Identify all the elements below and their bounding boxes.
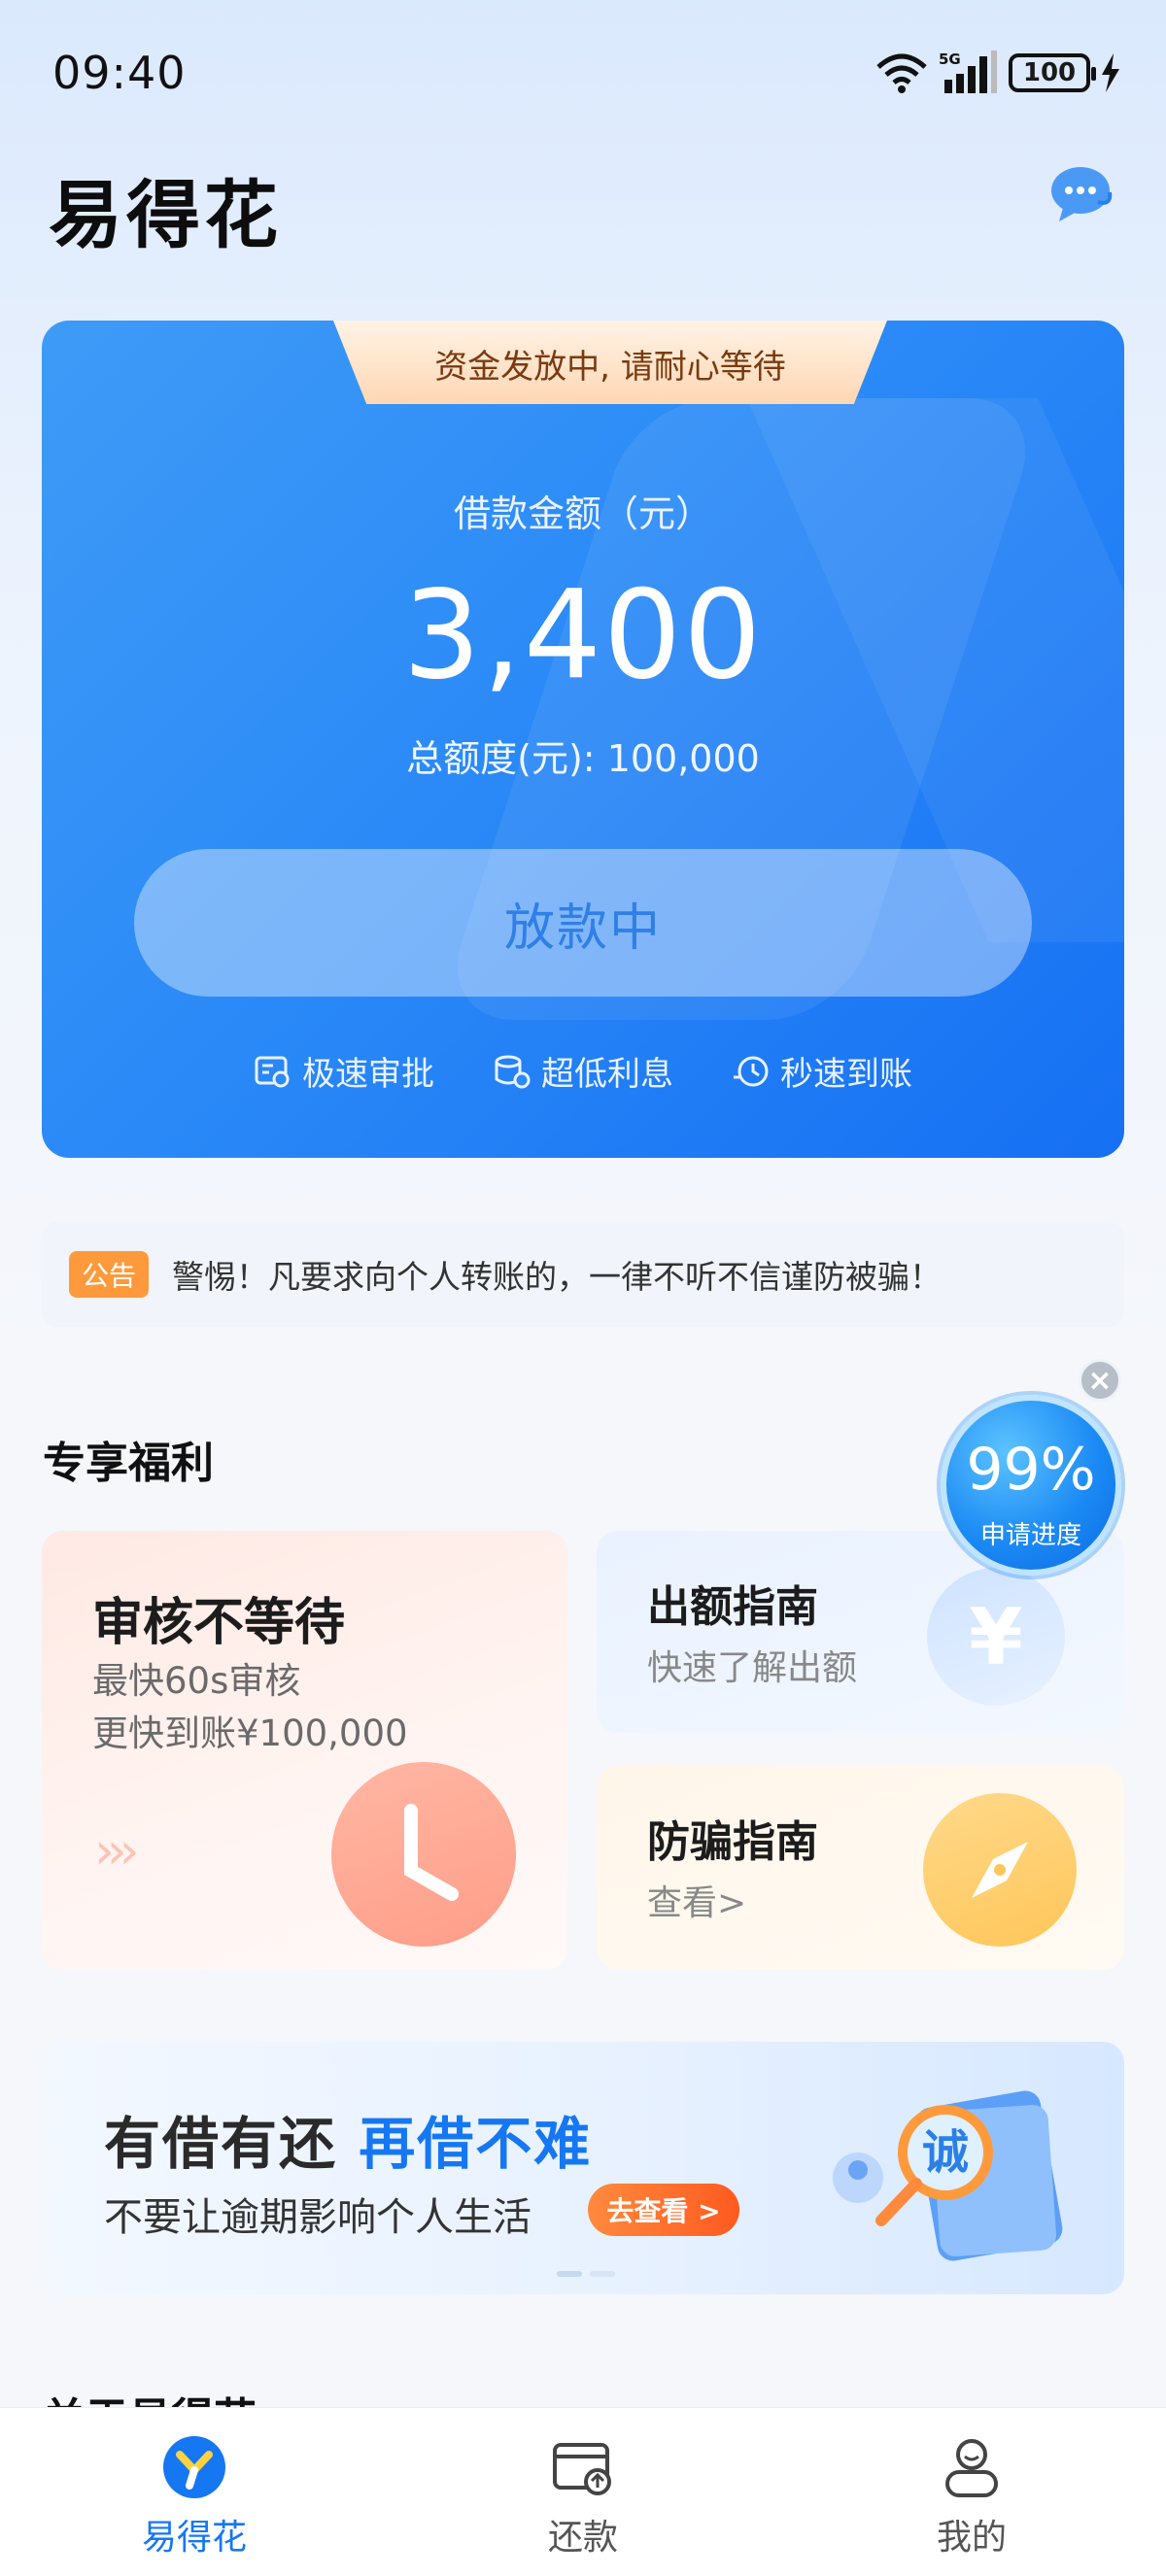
status-bar: 09:40 5G 100 [0, 0, 1166, 146]
view-button[interactable]: 去查看 > [588, 2184, 739, 2236]
approval-icon [255, 1056, 290, 1087]
section-title-benefits: 专享福利 [43, 1439, 214, 1488]
banner-title-main: 有借有还 [104, 2111, 360, 2177]
feature-label: 超低利息 [541, 1055, 673, 1094]
card-title: 审核不等待 [92, 1594, 346, 1652]
feature-label: 秒速到账 [780, 1055, 912, 1094]
tab-label: 易得花 [141, 2518, 247, 2558]
announcement-text: 警惕！凡要求向个人转账的，一律不听不信谨防被骗！ [172, 1258, 942, 1296]
banner-title-accent: 再借不难 [359, 2111, 593, 2177]
banner-title: 有借有还 再借不难 [104, 2098, 592, 2180]
coins-icon [495, 1055, 531, 1088]
amount-label: 借款金额（元） [453, 492, 712, 535]
tab-label: 我的 [936, 2518, 1007, 2558]
card-subtitle: 快速了解出额 [647, 1648, 858, 1688]
customer-service-icon[interactable] [1049, 163, 1115, 225]
progress-value: 99% [966, 1436, 1096, 1504]
card-title: 出额指南 [647, 1582, 818, 1632]
card-subtitle: 查看> [647, 1883, 747, 1923]
feature-list: 极速审批 超低利息 秒速到账 [42, 1047, 1124, 1095]
fraud-guide-card[interactable]: 防骗指南 查看> [597, 1766, 1124, 1970]
tab-mine[interactable]: 我的 [777, 2408, 1166, 2576]
chevrons-icon: ››› [94, 1822, 139, 1881]
app-title: 易得花 [49, 172, 282, 258]
announcement-tag: 公告 [69, 1251, 149, 1298]
banner-art-char: 诚 [922, 2125, 969, 2180]
clock-icon [331, 1762, 516, 1947]
banner-pagination [557, 2271, 615, 2277]
status-icons: 5G 100 [874, 51, 1121, 95]
bottom-tab-bar: 易得花 还款 我的 [0, 2407, 1166, 2576]
user-icon [945, 2439, 998, 2497]
network-label: 5G [939, 51, 961, 68]
repayment-icon [553, 2443, 611, 2495]
clock-fast-icon [734, 1056, 769, 1086]
banner-subtitle: 不要让逾期影响个人生活 [104, 2195, 532, 2240]
disbursing-button[interactable]: 放款中 [134, 849, 1032, 997]
card-line: 更快到账¥100,000 [92, 1712, 408, 1754]
feature-item: 超低利息 [493, 1047, 673, 1095]
tab-label: 还款 [547, 2518, 618, 2558]
tab-home[interactable]: 易得花 [0, 2408, 389, 2576]
home-logo-icon [163, 2436, 225, 2498]
credit-illustration-icon: 诚 [833, 2090, 1063, 2261]
feature-item: 秒速到账 [732, 1047, 912, 1095]
review-benefit-card[interactable]: 审核不等待 最快60s审核 更快到账¥100,000 ››› [42, 1531, 567, 1970]
loan-amount: 3,400 [402, 563, 764, 706]
progress-label: 申请进度 [979, 1521, 1081, 1550]
wifi-icon [876, 53, 927, 93]
feature-item: 极速审批 [254, 1047, 434, 1095]
compass-icon [923, 1793, 1077, 1947]
pagination-dot [590, 2271, 615, 2277]
notice-text: 资金发放中, 请耐心等待 [434, 348, 786, 387]
total-limit: 总额度(元): 100,000 [406, 737, 760, 780]
loan-status-card: 资金发放中, 请耐心等待 借款金额（元） 3,400 总额度(元): 100,0… [42, 321, 1124, 1158]
pagination-dot [557, 2271, 582, 2277]
yuan-icon: ¥ [927, 1568, 1065, 1706]
card-line: 最快60s审核 [92, 1660, 301, 1702]
promo-banner[interactable]: 有借有还 再借不难 不要让逾期影响个人生活 去查看 > 诚 [42, 2042, 1124, 2294]
card-title: 防骗指南 [647, 1817, 818, 1867]
charging-icon [1102, 53, 1119, 92]
status-time: 09:40 [52, 47, 187, 99]
close-icon[interactable]: × [1079, 1359, 1121, 1402]
battery-indicator: 100 [1009, 53, 1096, 92]
application-progress-bubble[interactable]: 99% 申请进度 [941, 1395, 1121, 1576]
tab-repayment[interactable]: 还款 [389, 2408, 777, 2576]
disbursement-notice: 资金发放中, 请耐心等待 [333, 321, 887, 404]
signal-icon: 5G [939, 51, 997, 93]
feature-label: 极速审批 [302, 1055, 434, 1094]
announcement-bar[interactable]: 公告 警惕！凡要求向个人转账的，一律不听不信谨防被骗！ [42, 1222, 1124, 1327]
